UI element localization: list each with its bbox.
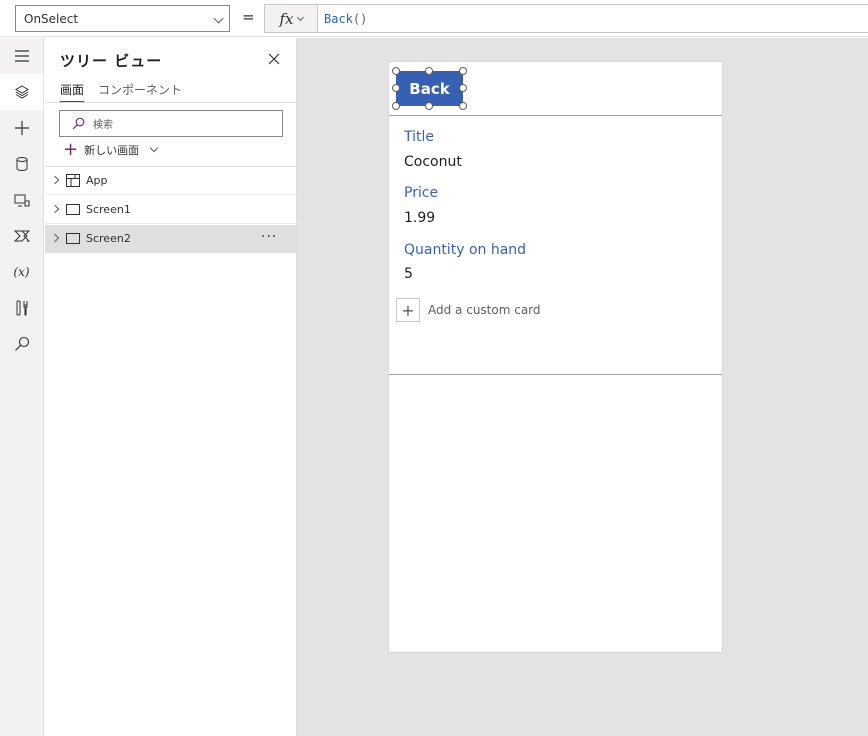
add-custom-card-button[interactable]: + Add a custom card	[396, 298, 541, 322]
power-automate-icon	[13, 230, 30, 242]
advanced-tools-button[interactable]	[0, 290, 43, 326]
chevron-right-icon[interactable]	[50, 204, 60, 214]
more-options-icon[interactable]: ···	[261, 229, 277, 245]
left-rail: (x)	[0, 38, 44, 736]
tree-node-label: App	[86, 174, 108, 187]
tree-node-screen1[interactable]: Screen1	[45, 196, 297, 224]
insert-icon	[14, 121, 29, 135]
search-input[interactable]: 検索	[59, 110, 283, 137]
field-value-quantity: 5	[404, 266, 413, 282]
tree-node-screen2[interactable]: Screen2 ···	[45, 225, 297, 253]
resize-handle[interactable]	[459, 102, 467, 110]
plus-icon: +	[63, 139, 79, 160]
formula-function: Back	[324, 11, 353, 26]
chevron-down-icon	[213, 13, 224, 24]
close-icon[interactable]	[267, 52, 281, 66]
canvas-area: Back Title Coconut Price 1.99 Quantity o…	[297, 38, 868, 736]
resize-handle[interactable]	[392, 102, 400, 110]
tree-node-label: Screen2	[86, 232, 131, 245]
tree-node-label: Screen1	[86, 203, 131, 216]
panel-title: ツリー ビュー	[60, 52, 163, 70]
resize-handle[interactable]	[459, 67, 467, 75]
app-screen[interactable]: Back Title Coconut Price 1.99 Quantity o…	[388, 61, 723, 653]
insert-button[interactable]	[0, 110, 43, 146]
search-placeholder: 検索	[93, 120, 113, 131]
equals-sign: =	[242, 8, 255, 26]
advanced-tools-icon	[16, 300, 27, 316]
media-icon	[14, 194, 29, 207]
tree-node-app[interactable]: App	[45, 167, 297, 195]
data-icon	[16, 157, 27, 172]
field-label-title: Title	[404, 129, 435, 145]
tree-view-button[interactable]	[0, 74, 43, 110]
menu-icon	[14, 50, 29, 62]
fx-icon: fx	[279, 9, 294, 28]
field-value-price: 1.99	[404, 210, 436, 226]
new-screen-label: 新しい画面	[84, 144, 140, 157]
field-label-price: Price	[404, 185, 439, 201]
resize-handle[interactable]	[425, 102, 433, 110]
plus-icon: +	[396, 298, 420, 322]
chevron-right-icon[interactable]	[50, 233, 60, 243]
chevron-right-icon[interactable]	[50, 175, 60, 185]
menu-button[interactable]	[0, 38, 43, 74]
back-button[interactable]: Back	[396, 71, 463, 106]
tab-screens[interactable]: 画面	[60, 81, 85, 103]
variables-icon: (x)	[13, 265, 30, 279]
field-value-title: Coconut	[404, 154, 462, 170]
app-icon	[66, 174, 80, 187]
field-label-quantity: Quantity on hand	[404, 242, 527, 258]
fx-button[interactable]: fx	[264, 4, 318, 33]
resize-handle[interactable]	[425, 67, 433, 75]
formula-bar: OnSelect = fx Back()	[0, 0, 868, 37]
search-icon	[14, 336, 29, 351]
tree-view-icon	[14, 85, 29, 99]
power-automate-button[interactable]	[0, 218, 43, 254]
chevron-down-icon	[149, 143, 159, 153]
property-dropdown-value: OnSelect	[24, 11, 79, 26]
add-custom-card-label: Add a custom card	[428, 303, 541, 317]
resize-handle[interactable]	[392, 84, 400, 92]
tab-components[interactable]: コンポーネント	[98, 81, 182, 103]
screen-icon	[66, 233, 80, 244]
property-dropdown[interactable]: OnSelect	[15, 5, 230, 32]
display-form[interactable]: Title Coconut Price 1.99 Quantity on han…	[389, 115, 722, 375]
divider	[45, 102, 297, 103]
tab-bar: 画面 コンポーネント	[60, 81, 182, 103]
media-button[interactable]	[0, 182, 43, 218]
screen-icon	[66, 204, 80, 215]
chevron-down-icon	[296, 13, 304, 21]
formula-parens: ()	[352, 11, 368, 26]
variables-button[interactable]: (x)	[0, 254, 43, 290]
search-button[interactable]	[0, 326, 43, 362]
new-screen-button[interactable]: + 新しい画面	[63, 139, 159, 160]
tree-view-panel: ツリー ビュー 画面 コンポーネント 検索 + 新しい画面 App Screen…	[45, 38, 297, 736]
search-icon	[72, 117, 85, 130]
resize-handle[interactable]	[392, 67, 400, 75]
formula-input[interactable]: Back()	[318, 4, 868, 33]
resize-handle[interactable]	[459, 84, 467, 92]
data-button[interactable]	[0, 146, 43, 182]
